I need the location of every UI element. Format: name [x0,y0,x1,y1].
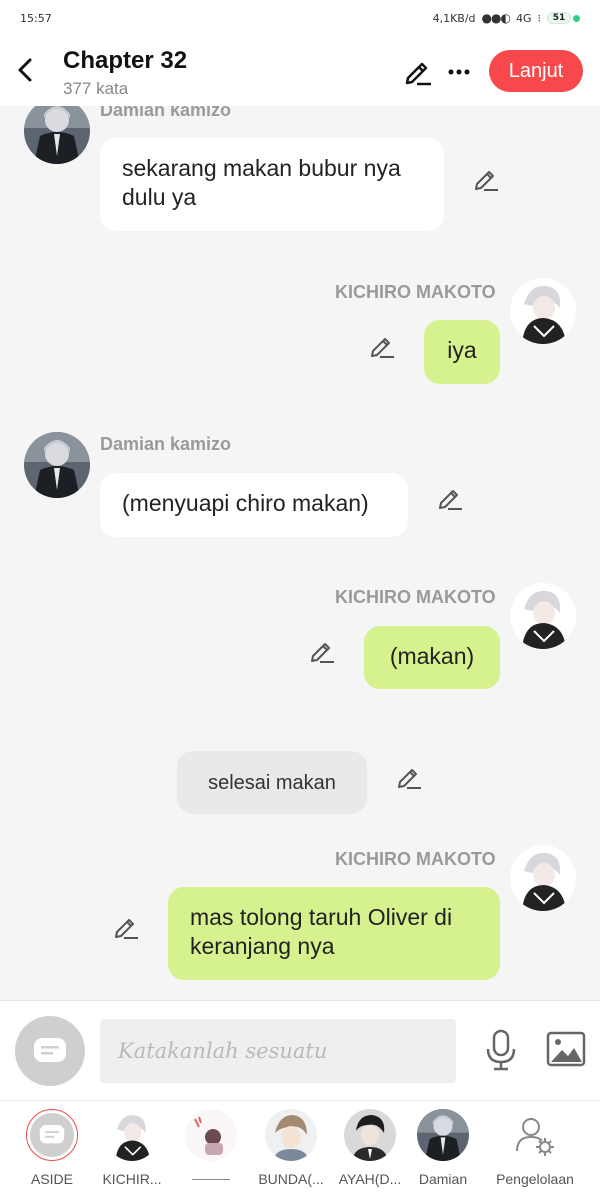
aside-icon [39,1125,65,1144]
character-avatar [185,1109,237,1161]
message-bubble[interactable]: iya [424,320,500,384]
damian-avatar [417,1109,469,1161]
message-bubble[interactable]: (makan) [364,626,500,689]
chat-area[interactable]: Damian kamizo sekarang makan bubur nya d… [0,106,600,1000]
word-count: 377 kata [63,79,129,98]
network-speed: 4,1KB/d [432,11,476,25]
message-composer [0,1000,600,1100]
status-bar: 15:57 4,1KB/d ●●◐ 4G ⁝ 51 [0,0,600,36]
nav-item-pengelolaan[interactable]: Pengelolaan [490,1109,580,1187]
back-arrow-icon[interactable] [12,52,40,88]
battery-icon: 51 [547,12,580,24]
more-options-icon[interactable] [445,58,473,86]
message-bubble[interactable]: (menyuapi chiro makan) [100,473,408,537]
speaker-name: KICHIRO MAKOTO [335,282,496,302]
nav-item-aside[interactable]: ASIDE [12,1109,92,1187]
edit-message-icon[interactable] [436,483,464,511]
wifi-icon: ⁝ [537,11,542,25]
nav-label-empty [192,1179,230,1180]
narration-bubble[interactable]: selesai makan [177,751,367,814]
status-right: 4,1KB/d ●●◐ 4G ⁝ 51 [433,11,580,25]
nav-label: Damian [418,1171,468,1187]
manage-users-icon [516,1118,554,1156]
character-nav: ASIDE KICHIR... BUNDA(... AYAH(D... Dami… [0,1100,600,1200]
damian-avatar[interactable] [24,432,90,498]
ayah-avatar [344,1109,396,1161]
nav-label: BUNDA(... [258,1171,324,1187]
speaker-name: Damian kamizo [100,106,232,120]
network-type: 4G [515,11,532,25]
nav-item-bunda[interactable]: BUNDA(... [251,1109,331,1187]
bunda-avatar [265,1109,317,1161]
kichiro-avatar [106,1109,158,1161]
signal-icon: ●●◐ [481,11,511,25]
edit-message-icon[interactable] [112,912,140,940]
kichiro-avatar[interactable] [510,583,576,649]
edit-message-icon[interactable] [368,331,396,359]
nav-label: KICHIR... [102,1171,162,1187]
message-input[interactable] [100,1019,456,1083]
speaker-name: Damian kamizo [100,434,232,454]
edit-message-icon[interactable] [308,636,336,664]
nav-item-ayah[interactable]: AYAH(D... [330,1109,410,1187]
message-bubble[interactable]: mas tolong taruh Oliver di keranjang nya [168,887,500,980]
kichiro-avatar[interactable] [510,845,576,911]
page-title: Chapter 32 [63,47,188,74]
message-bubble[interactable]: sekarang makan bubur nya dulu ya [100,138,444,231]
status-time: 15:57 [20,12,52,25]
image-upload-icon[interactable] [546,1031,586,1067]
nav-item-kichiro[interactable]: KICHIR... [92,1109,172,1187]
nav-item-character[interactable] [171,1109,251,1180]
nav-item-damian[interactable]: Damian [403,1109,483,1187]
speaker-name: KICHIRO MAKOTO [335,587,496,607]
speaker-name: KICHIRO MAKOTO [335,849,496,869]
edit-pencil-icon[interactable] [403,56,433,86]
nav-label: Pengelolaan [496,1171,574,1187]
nav-label: AYAH(D... [338,1171,402,1187]
damian-avatar[interactable] [24,106,90,164]
edit-message-icon[interactable] [395,762,423,790]
aside-icon [34,1038,66,1062]
nav-label: ASIDE [30,1171,73,1187]
battery-level: 51 [552,13,566,23]
edit-message-icon[interactable] [472,164,500,192]
aside-toggle-button[interactable] [15,1016,85,1086]
chapter-header: Chapter 32 377 kata Lanjut [0,36,600,106]
kichiro-avatar[interactable] [510,278,576,344]
continue-button[interactable]: Lanjut [489,50,583,92]
microphone-icon[interactable] [484,1029,518,1071]
